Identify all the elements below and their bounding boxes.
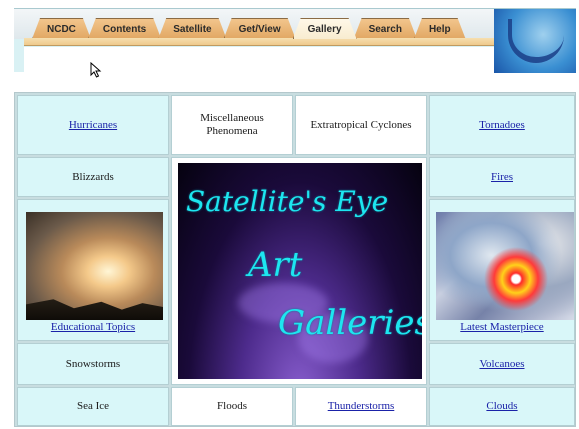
link-educational-topics[interactable]: Educational Topics [51, 321, 135, 334]
tab-help[interactable]: Help [414, 18, 466, 39]
tab-satellite[interactable]: Satellite [158, 18, 226, 39]
tab-contents[interactable]: Contents [88, 18, 161, 39]
sunset-image[interactable] [26, 212, 163, 320]
cell-floods: Floods [171, 387, 293, 426]
art-galleries-banner[interactable]: Satellite's Eye Art Galleries [178, 163, 422, 379]
tab-search[interactable]: Search [354, 18, 417, 39]
cell-blizzards: Blizzards [17, 157, 169, 197]
label-floods: Floods [217, 400, 247, 412]
logo-arc-icon [508, 19, 564, 63]
link-clouds[interactable]: Clouds [486, 400, 517, 413]
link-volcanoes[interactable]: Volcanoes [479, 358, 524, 371]
link-tornadoes[interactable]: Tornadoes [479, 119, 525, 132]
link-thunderstorms[interactable]: Thunderstorms [328, 400, 395, 413]
cell-tornadoes: Tornadoes [429, 95, 575, 155]
link-fires[interactable]: Fires [491, 171, 513, 184]
cell-sea-ice: Sea Ice [17, 387, 169, 426]
gallery-grid: Hurricanes Miscellaneous Phenomena Extra… [14, 92, 576, 427]
mouse-cursor-icon [90, 62, 102, 78]
cell-extratropical: Extratropical Cyclones [295, 95, 427, 155]
label-snowstorms: Snowstorms [65, 357, 121, 370]
tab-ncdc[interactable]: NCDC [32, 18, 91, 39]
tab-strip: NCDC Contents Satellite Get/View Gallery… [14, 9, 494, 39]
cell-thunderstorms: Thunderstorms [295, 387, 427, 426]
tab-underline-band [24, 38, 494, 46]
cell-fires: Fires [429, 157, 575, 197]
label-blizzards: Blizzards [72, 170, 114, 183]
cell-volcanoes: Volcanoes [429, 343, 575, 385]
link-latest-masterpiece[interactable]: Latest Masterpiece [460, 321, 543, 334]
tab-gallery[interactable]: Gallery [293, 18, 357, 39]
cell-misc: Miscellaneous Phenomena [171, 95, 293, 155]
nav-tabs: NCDC Contents Satellite Get/View Gallery… [32, 18, 463, 39]
sunset-silhouette [26, 299, 163, 320]
banner-title-line2: Art [248, 245, 303, 285]
cell-educational: Educational Topics [17, 199, 169, 341]
hurricane-satellite-image[interactable] [436, 212, 574, 320]
cell-snowstorms: Snowstorms [17, 343, 169, 385]
banner-title-line3: Galleries [278, 303, 422, 343]
tab-getview[interactable]: Get/View [224, 18, 296, 39]
cell-latest: Latest Masterpiece [429, 199, 575, 341]
cell-hurricanes: Hurricanes [17, 95, 169, 155]
label-misc-phenomena: Miscellaneous Phenomena [200, 112, 264, 137]
label-sea-ice: Sea Ice [76, 400, 110, 412]
label-extratropical-cyclones: Extratropical Cyclones [310, 118, 412, 131]
banner-title-line1: Satellite's Eye [186, 185, 389, 218]
noaa-logo[interactable] [494, 9, 576, 73]
cell-clouds: Clouds [429, 387, 575, 426]
link-hurricanes[interactable]: Hurricanes [69, 119, 117, 132]
